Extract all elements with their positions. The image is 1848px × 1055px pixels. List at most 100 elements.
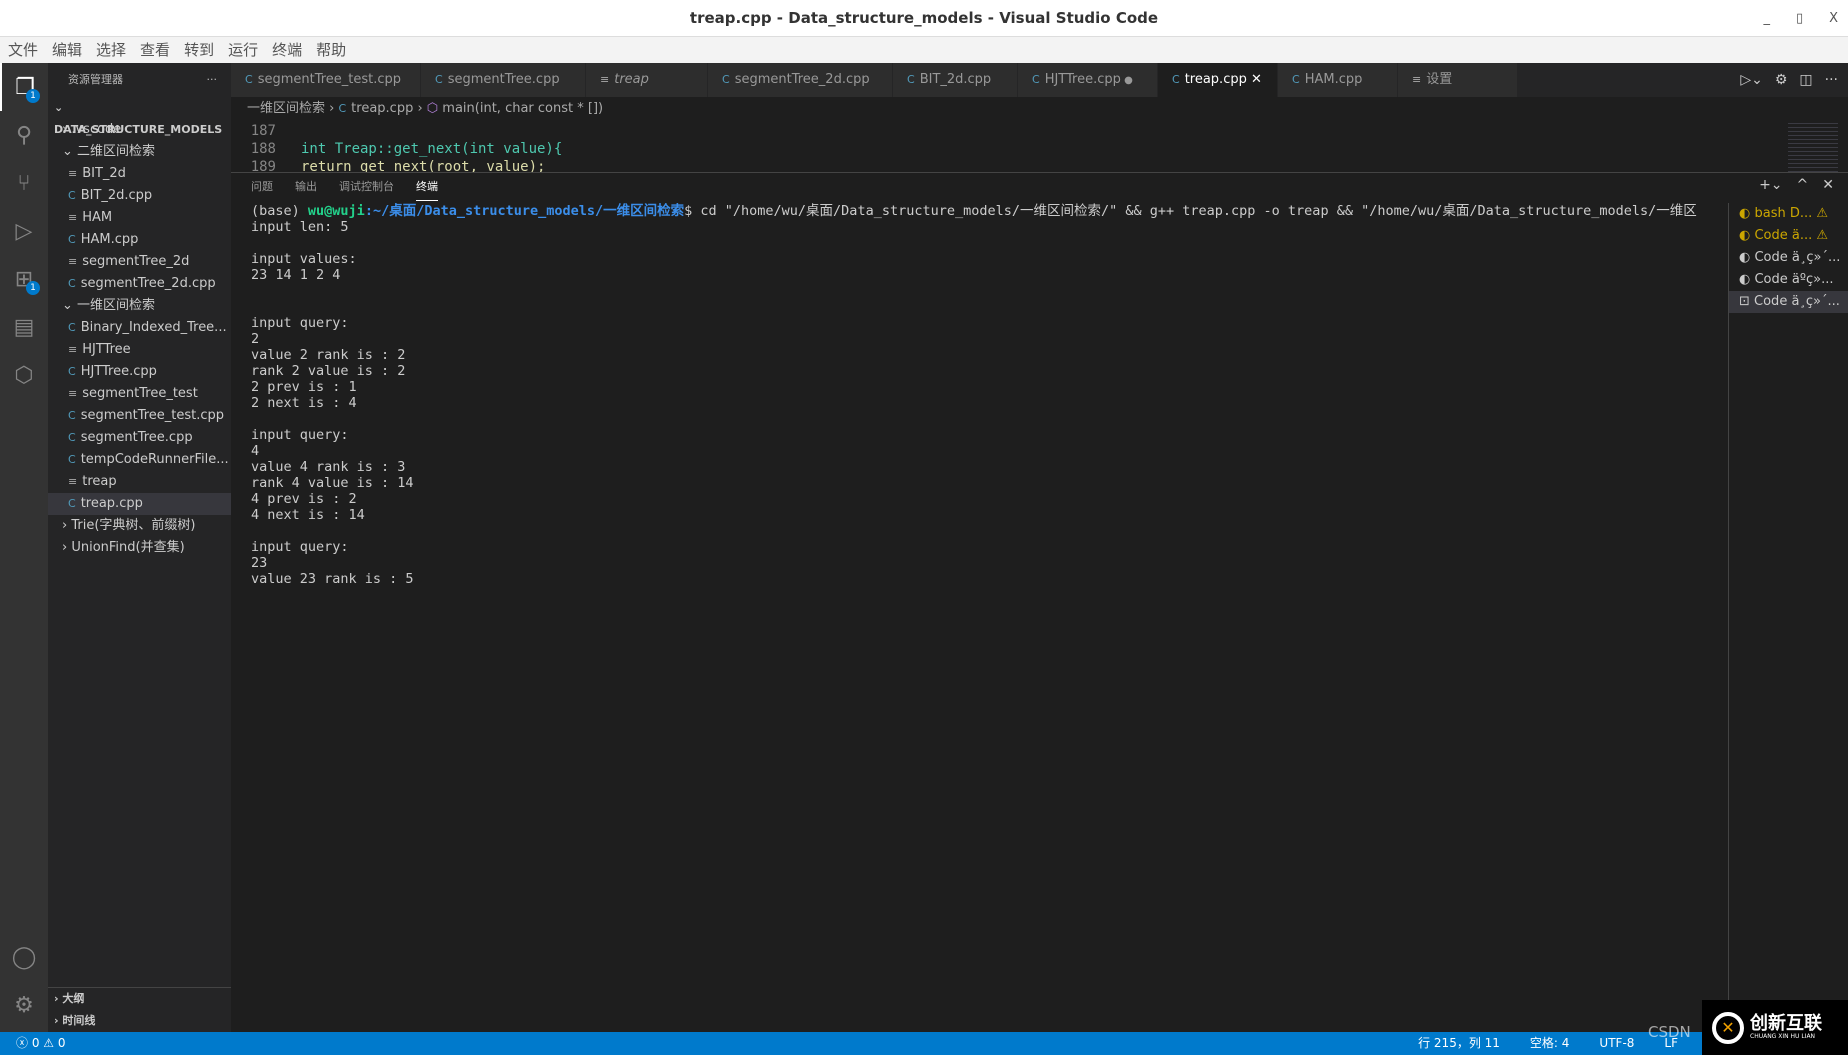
tab-segmenttree-cpp[interactable]: CsegmentTree.cpp: [421, 63, 586, 97]
terminal-instances: ◐ bash D... ⚠ ◐ Code ä... ⚠ ◐ Code ä¸ç»´..…: [1728, 203, 1848, 1033]
chevron-down-icon: ⌄: [62, 144, 78, 159]
breadcrumb-file[interactable]: treap.cpp: [351, 101, 413, 116]
terminal-instance[interactable]: ◐ bash D... ⚠: [1729, 203, 1848, 225]
search-icon[interactable]: ⚲: [0, 111, 48, 159]
activity-bar: ❐ 1 ⚲ ⑂ ▷ ⊞ 1 ▤ ⬡ ◯ ⚙: [0, 63, 48, 1032]
tab-terminal[interactable]: 终端: [416, 173, 438, 201]
cpp-file-icon: C: [68, 189, 76, 202]
tab-label: HAM.cpp: [1304, 72, 1363, 87]
problems-status[interactable]: ⓧ 0 ⚠ 0: [16, 1032, 66, 1055]
tree-item[interactable]: C HJTTree.cpp: [48, 361, 231, 383]
bottom-panel: 问题 输出 调试控制台 终端 +⌄ ^ ✕ (base) wu@wuji:~/桌…: [231, 172, 1848, 1033]
menu-go[interactable]: 转到: [184, 37, 214, 63]
explorer-more-button[interactable]: ···: [207, 63, 218, 97]
menu-terminal[interactable]: 终端: [272, 37, 302, 63]
maximize-panel-icon[interactable]: ^: [1797, 177, 1809, 193]
tab-ham-cpp[interactable]: C HAM.cpp: [1278, 63, 1398, 97]
close-panel-icon[interactable]: ✕: [1822, 177, 1834, 193]
tree-item[interactable]: C HAM.cpp: [48, 229, 231, 251]
cpp-file-icon: C: [907, 73, 915, 86]
tree-item[interactable]: CtempCodeRunnerFile...: [48, 449, 231, 471]
minimap[interactable]: [1788, 120, 1838, 172]
tab-output[interactable]: 输出: [295, 173, 317, 201]
outline-section[interactable]: › 大纲: [48, 988, 231, 1010]
cpp-file-icon: C: [68, 321, 76, 334]
tree-item[interactable]: C Binary_Indexed_Tree...: [48, 317, 231, 339]
tree-item[interactable]: C BIT_2d.cpp: [48, 185, 231, 207]
shell-icon: ◐: [1739, 250, 1755, 265]
workspace-root[interactable]: ⌄ DATA_STRUCTURE_MODELS: [48, 97, 231, 136]
maximize-button[interactable]: ▯: [1796, 0, 1803, 37]
extensions-icon[interactable]: ⊞ 1: [0, 255, 48, 303]
tree-item[interactable]: ≡ HJTTree: [48, 339, 231, 361]
tab-treap-cpp[interactable]: Ctreap.cpp ✕: [1158, 63, 1278, 97]
menu-view[interactable]: 查看: [140, 37, 170, 63]
tree-item[interactable]: ≡ treap: [48, 471, 231, 493]
tab-hjttree-cpp[interactable]: C HJTTree.cpp ●: [1018, 63, 1158, 97]
tree-item[interactable]: CsegmentTree_2d.cpp: [48, 273, 231, 295]
menu-edit[interactable]: 编辑: [52, 37, 82, 63]
terminal-instance[interactable]: ◐ Code ä... ⚠: [1729, 225, 1848, 247]
tree-item[interactable]: CsegmentTree.cpp: [48, 427, 231, 449]
tree-item[interactable]: › Trie(字典树、前缀树): [48, 515, 231, 537]
code-editor[interactable]: 187 188 189 int Treap::get_next(int valu…: [231, 120, 1848, 172]
breadcrumb: 一维区间检索 › Ctreap.cpp › ⬡ main(int, char c…: [231, 97, 1848, 120]
cpp-file-icon: C: [338, 102, 347, 115]
tree-item[interactable]: CsegmentTree_test.cpp: [48, 405, 231, 427]
tree-item[interactable]: ≡ segmentTree_2d: [48, 251, 231, 273]
split-editor-icon[interactable]: ◫: [1799, 63, 1812, 97]
menu-selection[interactable]: 选择: [96, 37, 126, 63]
tree-item[interactable]: ≡ HAM: [48, 207, 231, 229]
timeline-section[interactable]: › 时间线: [48, 1010, 231, 1032]
tree-item[interactable]: ⌄ 一维区间检索: [48, 295, 231, 317]
cpp-file-icon: C: [68, 409, 76, 422]
tree-item-label: .vscode: [71, 122, 122, 137]
menu-file[interactable]: 文件: [8, 37, 38, 63]
account-icon[interactable]: ◯: [0, 933, 48, 981]
terminal-instance-label: Code ä...: [1754, 228, 1813, 243]
chevron-down-icon: ⌄: [62, 298, 78, 313]
encoding[interactable]: UTF-8: [1599, 1032, 1634, 1055]
run-debug-icon[interactable]: ▷: [0, 207, 48, 255]
tab-segmenttree-2d-cpp[interactable]: CsegmentTree_2d.cpp: [708, 63, 893, 97]
minimize-button[interactable]: _: [1763, 0, 1770, 37]
terminal-instance[interactable]: ◐ Code ä¸ç»´...: [1729, 247, 1848, 269]
tab-debug-console[interactable]: 调试控制台: [339, 173, 394, 201]
menu-help[interactable]: 帮助: [316, 37, 346, 63]
menu-run[interactable]: 运行: [228, 37, 258, 63]
tab-problems[interactable]: 问题: [251, 173, 273, 201]
terminal-output[interactable]: (base) wu@wuji:~/桌面/Data_structure_model…: [251, 203, 1731, 587]
close-window-button[interactable]: X: [1829, 0, 1838, 37]
cursor-position[interactable]: 行 215，列 11: [1418, 1032, 1500, 1055]
tab-segmenttree-test-cpp[interactable]: CsegmentTree_test.cpp: [231, 63, 421, 97]
explorer-icon[interactable]: ❐ 1: [0, 63, 48, 111]
new-terminal-icon[interactable]: +⌄: [1759, 177, 1782, 193]
breadcrumb-folder[interactable]: 一维区间检索: [247, 101, 325, 116]
warning-count: 0: [57, 1036, 66, 1050]
settings-icon[interactable]: ⚙: [1775, 63, 1788, 97]
tab-bit-2d-cpp[interactable]: C BIT_2d.cpp: [893, 63, 1018, 97]
chevron-right-icon: ›: [62, 540, 72, 555]
terminal-instance[interactable]: ◐ Code äºç»...: [1729, 269, 1848, 291]
file-icon: ≡: [68, 167, 78, 180]
close-tab-icon[interactable]: ✕: [1247, 72, 1262, 87]
source-control-icon[interactable]: ⑂: [0, 159, 48, 207]
indentation[interactable]: 空格: 4: [1530, 1032, 1570, 1055]
tab-treap[interactable]: ≡ treap: [586, 63, 708, 97]
error-count: 0: [31, 1036, 40, 1050]
run-icon[interactable]: ▷⌄: [1740, 63, 1763, 97]
notebook-icon[interactable]: ▤: [0, 303, 48, 351]
tree-item[interactable]: Ctreap.cpp: [48, 493, 231, 515]
tree-item[interactable]: ≡ segmentTree_test: [48, 383, 231, 405]
tree-item[interactable]: ≡ BIT_2d: [48, 163, 231, 185]
tree-item[interactable]: › UnionFind(并查集): [48, 537, 231, 559]
tab-label: segmentTree.cpp: [447, 72, 560, 87]
tree-item[interactable]: ⌄ 二维区间检索: [48, 141, 231, 163]
tab--[interactable]: ≡ 设置: [1398, 63, 1518, 97]
cpp-file-icon: C: [68, 497, 76, 510]
terminal-instance[interactable]: ⊡ Code ä¸ç»´...: [1729, 291, 1848, 313]
remote-icon[interactable]: ⬡: [0, 351, 48, 399]
breadcrumb-symbol[interactable]: main(int, char const * []): [442, 101, 603, 116]
settings-gear-icon[interactable]: ⚙: [0, 981, 48, 1029]
more-actions-icon[interactable]: ···: [1825, 63, 1838, 97]
